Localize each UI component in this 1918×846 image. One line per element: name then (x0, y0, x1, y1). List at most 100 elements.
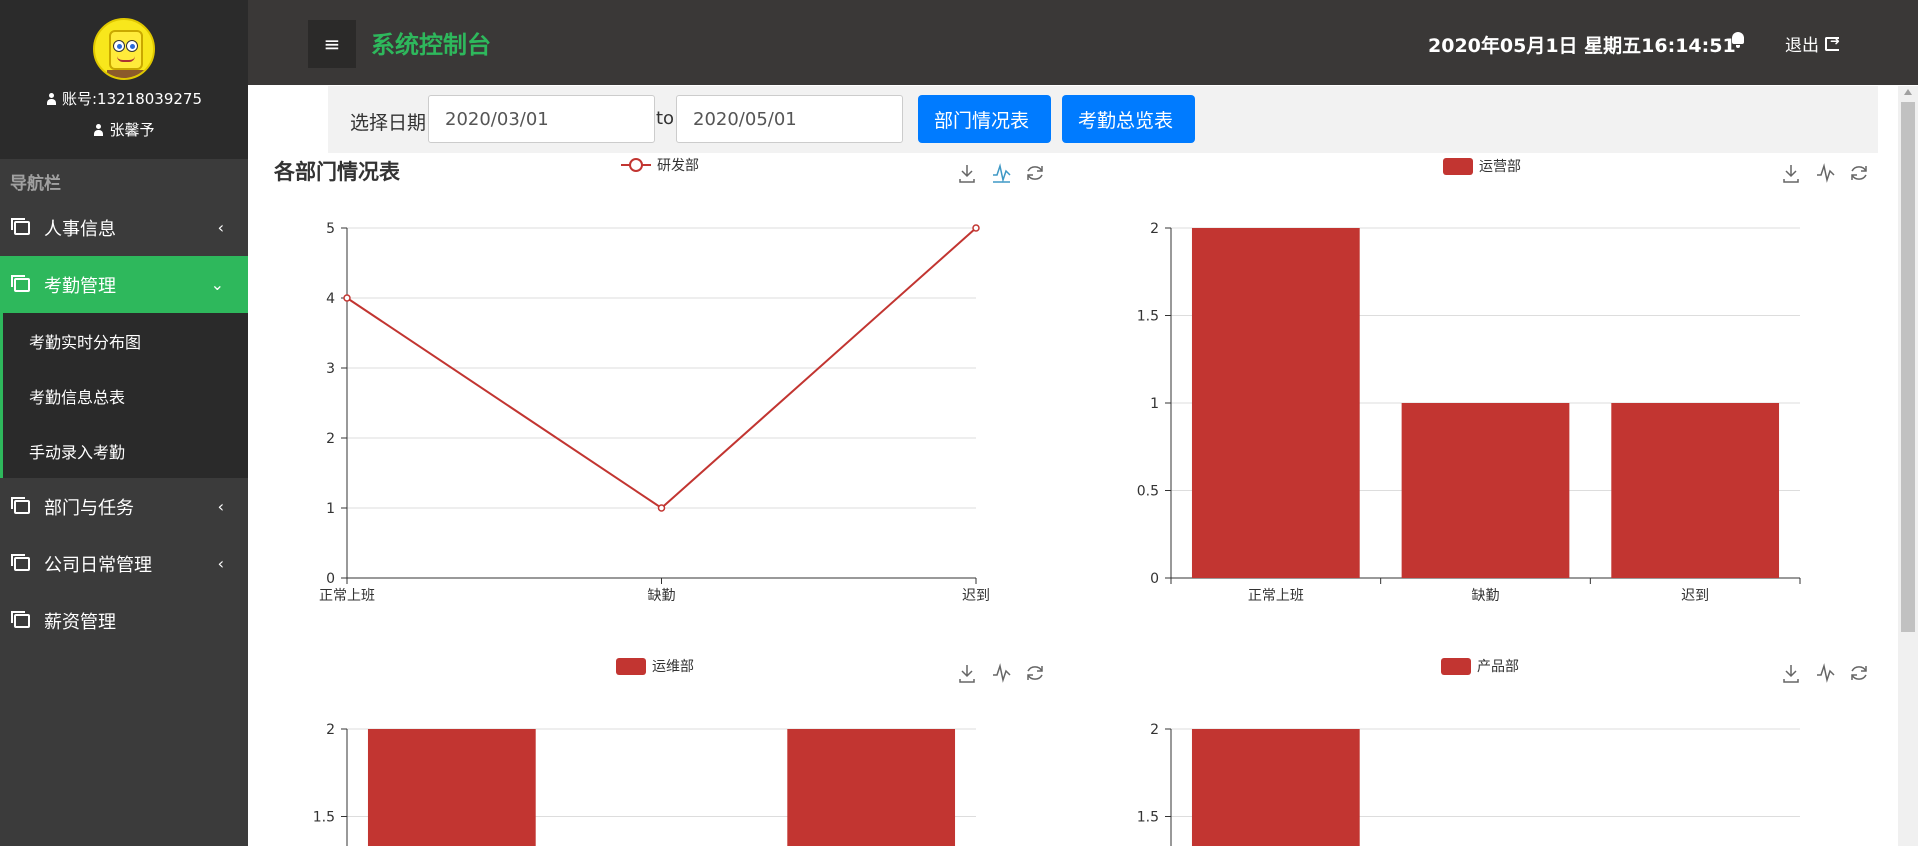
line-chart-icon (993, 663, 1011, 683)
nav-item-departments[interactable]: 部门与任务 ‹ (0, 478, 248, 535)
nav-item-salary[interactable]: 薪资管理 (0, 592, 248, 649)
window-icon (11, 553, 30, 571)
user-icon (93, 123, 104, 136)
date-label: 选择日期 (350, 112, 427, 134)
data-point (972, 224, 980, 232)
legend-label: 研发部 (657, 158, 699, 174)
refresh-icon (1027, 666, 1043, 680)
download-path (959, 665, 975, 683)
download-icon (959, 165, 975, 183)
x-tick-label: 正常上班 (1248, 588, 1304, 604)
y-tick-label: 0 (326, 571, 335, 587)
x-tick-label: 迟到 (962, 588, 990, 604)
data-bar (787, 729, 956, 846)
data-bar (1611, 403, 1780, 578)
avatar (93, 18, 155, 80)
x-tick-label: 缺勤 (1472, 588, 1500, 604)
refresh-path (1851, 666, 1867, 680)
chevron-left-icon: ‹ (217, 554, 224, 573)
refresh-arrows (1027, 666, 1043, 680)
nav-item-label: 薪资管理 (44, 611, 116, 633)
y-tick-label: 2 (326, 722, 335, 738)
menu-toggle-button[interactable]: ≡ (308, 20, 356, 68)
window-icon (11, 274, 30, 292)
date-filter-bar: 选择日期 to 部门情况表 考勤总览表 (328, 86, 1878, 153)
panel-title: 各部门情况表 (274, 160, 400, 184)
refresh-path (1027, 166, 1043, 180)
download-icon (959, 665, 975, 683)
y-tick-label: 1.5 (1137, 309, 1159, 325)
chart-toolbox (1783, 163, 1867, 183)
y-tick-label: 2 (1150, 221, 1159, 237)
scrollbar-thumb[interactable] (1901, 102, 1915, 632)
chevron-left-icon: ‹ (217, 218, 224, 237)
vertical-scrollbar[interactable] (1898, 86, 1918, 846)
refresh-icon (1851, 166, 1867, 180)
brand-title: 系统控制台 (371, 31, 491, 59)
refresh-arrows (1027, 166, 1043, 180)
header-datetime: 2020年05月1日 星期五16:14:51 (1428, 35, 1736, 57)
refresh-arrows (1851, 666, 1867, 680)
legend-label: 产品部 (1477, 659, 1519, 675)
logout-button[interactable]: 退出 (1785, 31, 1840, 57)
chart-toolbox (959, 663, 1043, 683)
legend-swatch (1441, 658, 1471, 675)
nav-title: 导航栏 (10, 174, 61, 194)
refresh-path (1851, 166, 1867, 180)
y-tick-label: 0 (1150, 571, 1159, 587)
y-tick-label: 1 (326, 501, 335, 517)
profile-panel: 账号:13218039275 张馨予 (0, 0, 248, 159)
y-tick-label: 2 (1150, 722, 1159, 738)
refresh-icon (1027, 166, 1043, 180)
data-bar (1191, 228, 1360, 578)
nav-item-attendance[interactable]: 考勤管理 ⌄ (0, 256, 248, 313)
refresh-icon (1851, 666, 1867, 680)
legend-marker (629, 158, 643, 172)
line-chart-icon (1817, 663, 1835, 683)
bell-icon[interactable] (1731, 32, 1745, 48)
legend-label: 运营部 (1479, 159, 1521, 175)
y-tick-label: 2 (326, 431, 335, 447)
y-tick-label: 1.5 (1137, 810, 1159, 826)
y-tick-label: 1.5 (313, 810, 335, 826)
chevron-left-icon: ‹ (217, 497, 224, 516)
y-tick-label: 5 (326, 221, 335, 237)
nav-item-daily-management[interactable]: 公司日常管理 ‹ (0, 535, 248, 592)
start-date-input[interactable] (428, 95, 655, 143)
y-tick-label: 3 (326, 361, 335, 377)
y-tick-label: 4 (326, 291, 335, 307)
window-icon (11, 217, 30, 235)
window-icon (11, 496, 30, 514)
attendance-overview-button[interactable]: 考勤总览表 (1062, 95, 1195, 143)
line-chart-icon (993, 163, 1011, 183)
to-label: to (656, 108, 675, 129)
legend-swatch (616, 658, 646, 675)
data-bar (367, 729, 536, 846)
download-path (959, 165, 975, 183)
nav-item-label: 公司日常管理 (44, 554, 152, 576)
subnav-manual-entry[interactable]: 手动录入考勤 (0, 423, 248, 478)
data-point (343, 294, 351, 302)
user-icon (46, 92, 57, 105)
subnav-realtime-distribution[interactable]: 考勤实时分布图 (0, 313, 248, 368)
download-icon (1783, 665, 1799, 683)
sidebar: 账号:13218039275 张馨予 导航栏 人事信息 ‹ 考勤管理 ⌄ 考勤实… (0, 0, 248, 846)
series-line (346, 227, 977, 510)
nav-item-personnel[interactable]: 人事信息 ‹ (0, 199, 248, 256)
scroll-up-arrow-icon[interactable] (1904, 89, 1912, 95)
subnav-attendance-summary[interactable]: 考勤信息总表 (0, 368, 248, 423)
y-tick-label: 1 (1150, 396, 1159, 412)
x-tick-label: 正常上班 (319, 588, 375, 604)
department-report-button[interactable]: 部门情况表 (918, 95, 1051, 143)
data-bar (1401, 403, 1570, 578)
x-tick-label: 迟到 (1681, 588, 1709, 604)
account-text: 账号:13218039275 (61, 90, 203, 108)
logout-label: 退出 (1785, 36, 1819, 56)
download-icon (1783, 165, 1799, 183)
window-icon (11, 610, 30, 628)
end-date-input[interactable] (676, 95, 903, 143)
nav-item-label: 人事信息 (44, 218, 116, 240)
download-path (1783, 665, 1799, 683)
attendance-submenu: 考勤实时分布图 考勤信息总表 手动录入考勤 (0, 313, 248, 478)
x-tick-label: 缺勤 (648, 588, 676, 604)
